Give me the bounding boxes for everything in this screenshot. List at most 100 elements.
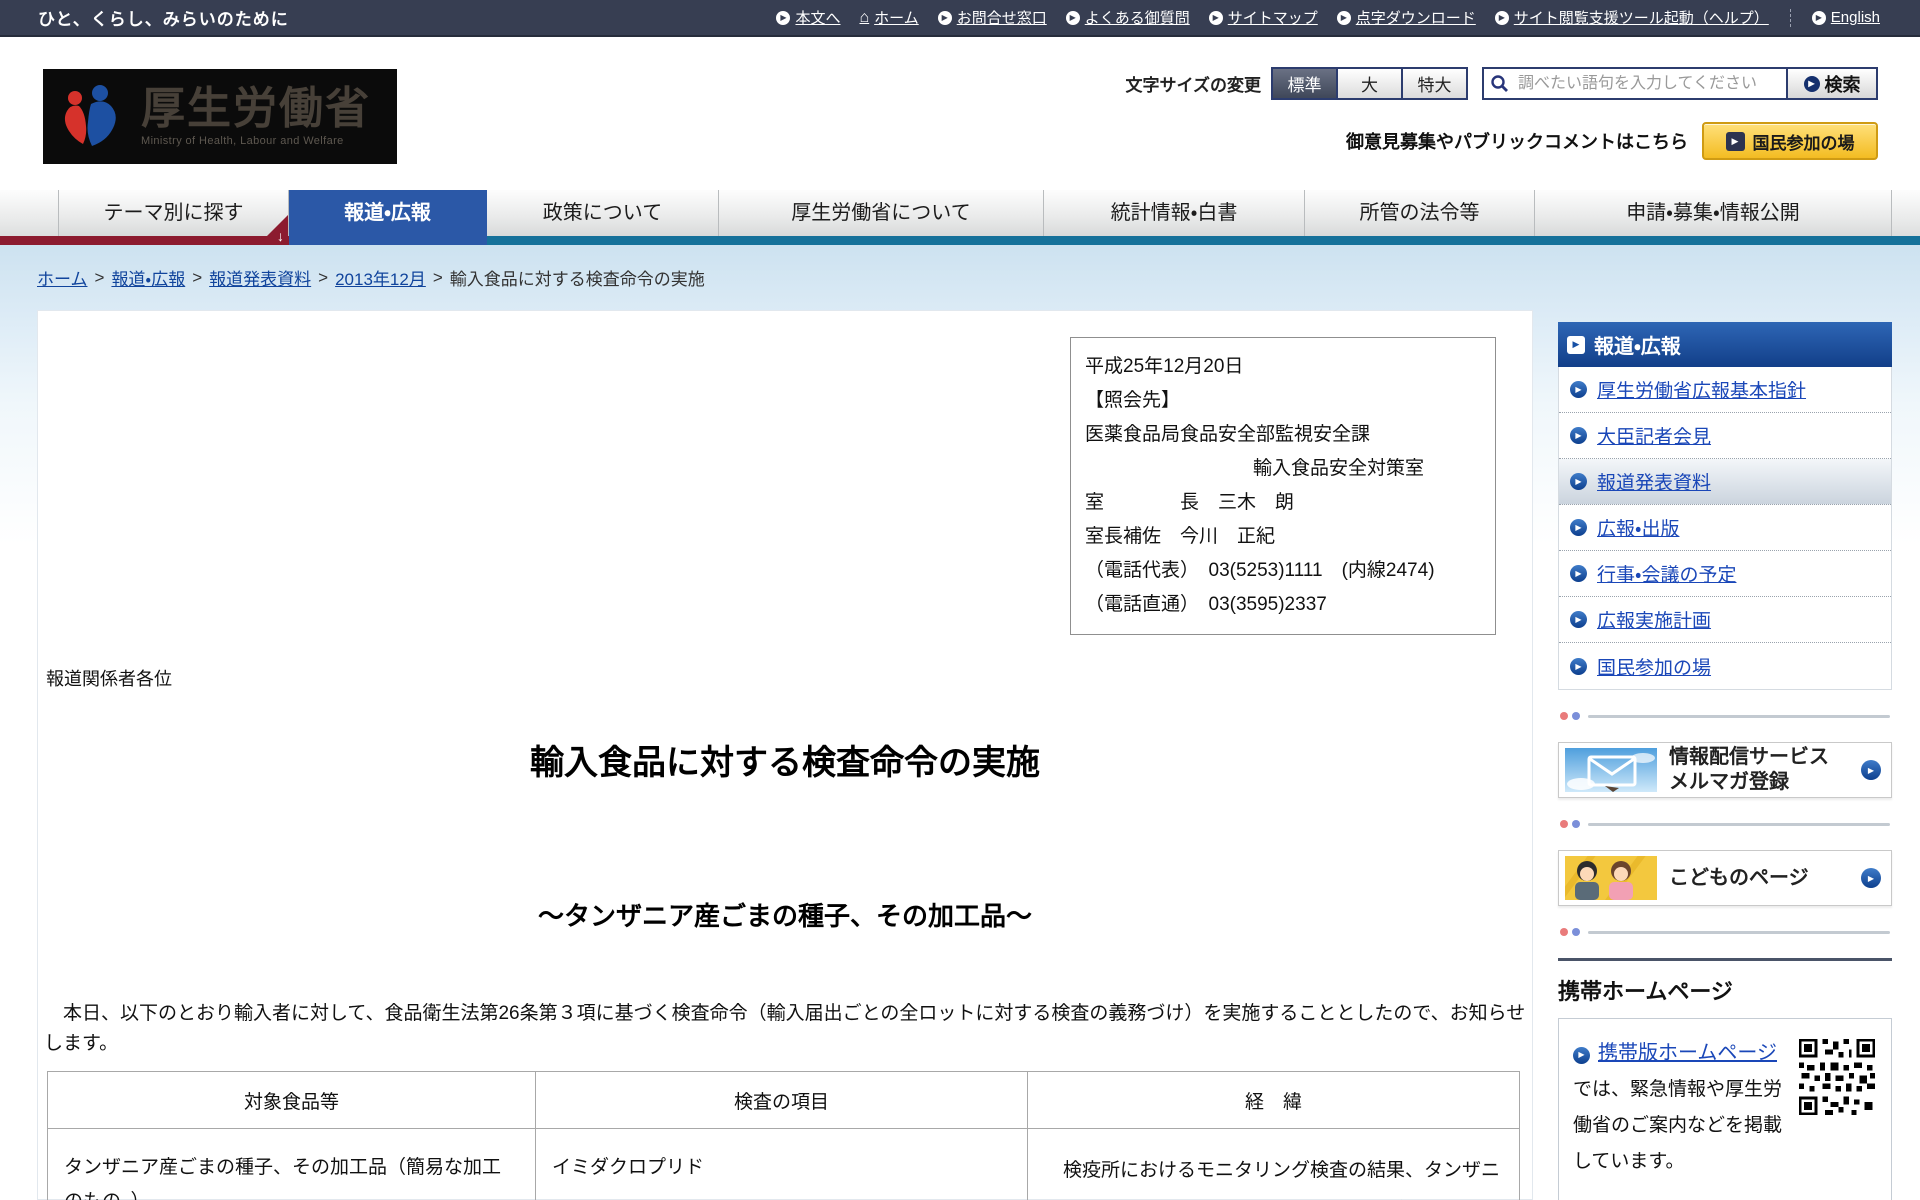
contact-department: 医薬食品局食品安全部監視安全課 bbox=[1085, 424, 1371, 445]
nav-tab-about[interactable]: 厚生労働省について bbox=[719, 190, 1044, 236]
page-subtitle: ～タンザニア産ごまの種子、その加工品～ bbox=[537, 901, 1032, 931]
arrow-circle-icon: ▶ bbox=[1570, 519, 1587, 536]
sidebar-nav-list: ▶ 厚生労働省広報基本指針 ▶ 大臣記者会見 ▶ 報道発表資料 ▶ 広報・出版 ▶ 行事・… bbox=[1558, 367, 1892, 690]
mailmag-banner[interactable]: 情報配信サービス メルマガ登録 ▶ bbox=[1558, 742, 1892, 798]
contact-phone-direct: （電話直通） 03(3595)2337 bbox=[1085, 594, 1327, 615]
col-header-history: 経 緯 bbox=[1027, 1071, 1520, 1129]
font-size-standard-button[interactable]: 標準 bbox=[1271, 67, 1338, 100]
sidebar-header-press: ▶ 報道・広報 bbox=[1558, 322, 1892, 367]
public-participation-button[interactable]: ▶ 国民参加の場 bbox=[1702, 122, 1878, 160]
sidebar-item-press-releases[interactable]: ▶ 報道発表資料 bbox=[1559, 459, 1891, 505]
col-header-item: 検査の項目 bbox=[535, 1071, 1028, 1129]
cell-item: イミダクロプリド bbox=[535, 1128, 1028, 1200]
content-area: ホーム > 報道・広報 > 報道発表資料 > 2013年12月 > 輸入食品に対… bbox=[0, 245, 1920, 1200]
nav-strip-blue bbox=[289, 236, 487, 245]
breadcrumb-separator: > bbox=[192, 267, 203, 287]
breadcrumb: ホーム > 報道・広報 > 報道発表資料 > 2013年12月 > 輸入食品に対… bbox=[37, 265, 705, 290]
arrow-circle-icon: ▶ bbox=[1573, 1046, 1590, 1064]
utility-links: ▶ 本文へ ⌂ ホーム ▶ お問合せ窓口 ▶ よくある御質問 ▶ サイトマップ ▶ 点字ダウ… bbox=[776, 7, 1880, 28]
sidebar: ▶ 報道・広報 ▶ 厚生労働省広報基本指針 ▶ 大臣記者会見 ▶ 報道発表資料 ▶ 広報… bbox=[1558, 322, 1892, 1200]
kids-page-banner[interactable]: こどものページ ▶ bbox=[1558, 850, 1892, 906]
cell-subject: タンザニア産ごまの種子、その加工品（簡易な加工のもの。） bbox=[47, 1128, 536, 1200]
link-home[interactable]: ⌂ ホーム bbox=[859, 7, 918, 28]
cell-history: 検疫所におけるモニタリング検査の結果、タンザニア産ごまの種子から基準値を超えるイ… bbox=[1027, 1128, 1520, 1200]
kids-banner-label: こどものページ bbox=[1669, 866, 1809, 889]
inspection-order-table: 対象食品等 検査の項目 経 緯 タンザニア産ごまの種子、その加工品（簡易な加工の… bbox=[47, 1071, 1520, 1200]
mobile-site-link[interactable]: 携帯版ホームページ bbox=[1598, 1042, 1777, 1064]
logo-title: 厚生労働省 bbox=[141, 83, 371, 133]
nav-tab-applications[interactable]: 申請・募集・情報公開 bbox=[1535, 190, 1892, 236]
arrow-circle-icon: ▶ bbox=[776, 10, 791, 25]
site-tagline: ひと、くらし、みらいのために bbox=[38, 10, 289, 29]
arrow-circle-icon: ▶ bbox=[1570, 427, 1587, 444]
sidebar-item-minister-press[interactable]: ▶ 大臣記者会見 bbox=[1559, 413, 1891, 459]
link-contact[interactable]: ▶ お問合せ窓口 bbox=[937, 7, 1047, 28]
link-faq[interactable]: ▶ よくある御質問 bbox=[1065, 7, 1190, 28]
breadcrumb-press[interactable]: 報道・広報 bbox=[111, 265, 185, 290]
arrow-circle-icon: ▶ bbox=[1494, 10, 1509, 25]
mobile-site-box: ▶ 携帯版ホームページでは、緊急情報や厚生労働省のご案内などを掲載しています。 bbox=[1558, 1018, 1892, 1200]
release-date: 平成25年12月20日 bbox=[1085, 356, 1244, 377]
breadcrumb-dec-2013[interactable]: 2013年12月 bbox=[335, 265, 426, 290]
contact-office: 輸入食品安全対策室 bbox=[1253, 458, 1425, 479]
sidebar-item-events[interactable]: ▶ 行事・会議の予定 bbox=[1559, 551, 1891, 597]
breadcrumb-press-releases[interactable]: 報道発表資料 bbox=[209, 265, 311, 290]
contact-phone-main: （電話代表） 03(5253)1111 (内線2474) bbox=[1085, 560, 1435, 581]
link-main-content[interactable]: ▶ 本文へ bbox=[776, 7, 840, 28]
nav-tab-statistics[interactable]: 統計情報・白書 bbox=[1044, 190, 1305, 236]
nav-tab-press[interactable]: 報道・広報 bbox=[289, 190, 487, 236]
sidebar-item-publications[interactable]: ▶ 広報・出版 bbox=[1559, 505, 1891, 551]
breadcrumb-separator: > bbox=[432, 267, 443, 287]
sidebar-item-pr-plan[interactable]: ▶ 広報実施計画 bbox=[1559, 597, 1891, 643]
arrow-square-icon: ▶ bbox=[1725, 131, 1745, 151]
link-braille-download[interactable]: ▶ 点字ダウンロード bbox=[1336, 7, 1476, 28]
site-header: 厚生労働省 Ministry of Health, Labour and Wel… bbox=[0, 37, 1920, 190]
sidebar-item-pr-policy[interactable]: ▶ 厚生労働省広報基本指針 bbox=[1559, 367, 1891, 413]
kids-banner-image bbox=[1565, 856, 1657, 900]
mailmag-banner-label: 情報配信サービス メルマガ登録 bbox=[1669, 746, 1829, 793]
arrow-circle-icon: ▶ bbox=[1570, 611, 1587, 628]
mhlw-logo[interactable]: 厚生労働省 Ministry of Health, Labour and Wel… bbox=[43, 69, 397, 164]
divider bbox=[1560, 712, 1890, 720]
font-size-xlarge-button[interactable]: 特大 bbox=[1401, 67, 1468, 100]
contact-director: 室 長 三木 朗 bbox=[1085, 492, 1295, 513]
table-row: タンザニア産ごまの種子、その加工品（簡易な加工のもの。） イミダクロプリド 検疫… bbox=[47, 1128, 1520, 1200]
arrow-circle-icon: ▶ bbox=[1861, 760, 1881, 780]
link-sitemap[interactable]: ▶ サイトマップ bbox=[1208, 7, 1318, 28]
arrow-circle-icon: ▶ bbox=[1570, 565, 1587, 582]
contact-info-box: 平成25年12月20日 【照会先】 医薬食品局食品安全部監視安全課 輸入食品安全… bbox=[1070, 337, 1496, 635]
arrow-square-icon: ▶ bbox=[1567, 335, 1585, 354]
site-search: ▶検索 bbox=[1482, 67, 1878, 100]
contact-deputy: 室長補佐 今川 正紀 bbox=[1085, 526, 1276, 547]
search-input[interactable] bbox=[1482, 67, 1786, 100]
page-title: 輸入食品に対する検査命令の実施 bbox=[530, 744, 1040, 782]
nav-strip-red bbox=[0, 236, 289, 245]
mobile-site-heading: 携帯ホームページ bbox=[1558, 958, 1892, 1006]
font-size-label: 文字サイズの変更 bbox=[1125, 76, 1262, 95]
link-accessibility-tool[interactable]: ▶ サイト閲覧支援ツール起動（ヘルプ） bbox=[1494, 7, 1769, 28]
breadcrumb-home[interactable]: ホーム bbox=[37, 265, 88, 290]
arrow-circle-icon: ▶ bbox=[937, 10, 952, 25]
nav-tab-policy[interactable]: 政策について bbox=[487, 190, 719, 236]
link-english[interactable]: ▶ English bbox=[1811, 9, 1880, 26]
divider bbox=[1560, 820, 1890, 828]
sidebar-item-participation[interactable]: ▶ 国民参加の場 bbox=[1559, 643, 1891, 689]
font-size-large-button[interactable]: 大 bbox=[1336, 67, 1403, 100]
top-utility-bar: ひと、くらし、みらいのために ▶ 本文へ ⌂ ホーム ▶ お問合せ窓口 ▶ よくある御質… bbox=[0, 0, 1920, 37]
arrow-circle-icon: ▶ bbox=[1570, 657, 1587, 675]
nav-tab-laws[interactable]: 所管の法令等 bbox=[1305, 190, 1535, 236]
contact-heading: 【照会先】 bbox=[1085, 390, 1181, 411]
logo-text-block: 厚生労働省 Ministry of Health, Labour and Wel… bbox=[141, 83, 371, 147]
qr-code bbox=[1799, 1039, 1875, 1115]
divider bbox=[1560, 928, 1890, 936]
breadcrumb-separator: > bbox=[318, 267, 329, 287]
down-arrow-icon: ↓ bbox=[277, 228, 284, 244]
lead-paragraph: 本日、以下のとおり輸入者に対して、食品衛生法第26条第３項に基づく検査命令（輸入… bbox=[44, 1003, 1526, 1054]
global-navigation: テーマ別に探す ↓ 報道・広報 政策について 厚生労働省について 統計情報・白書… bbox=[0, 190, 1920, 245]
search-icon bbox=[1491, 75, 1508, 92]
arrow-circle-icon: ▶ bbox=[1065, 10, 1080, 25]
arrow-circle-icon: ▶ bbox=[1570, 381, 1587, 398]
press-release-panel: 平成25年12月20日 【照会先】 医薬食品局食品安全部監視安全課 輸入食品安全… bbox=[37, 310, 1533, 1200]
nav-tab-themes[interactable]: テーマ別に探す ↓ bbox=[58, 190, 289, 245]
search-button[interactable]: ▶ 検索 bbox=[1786, 67, 1878, 100]
